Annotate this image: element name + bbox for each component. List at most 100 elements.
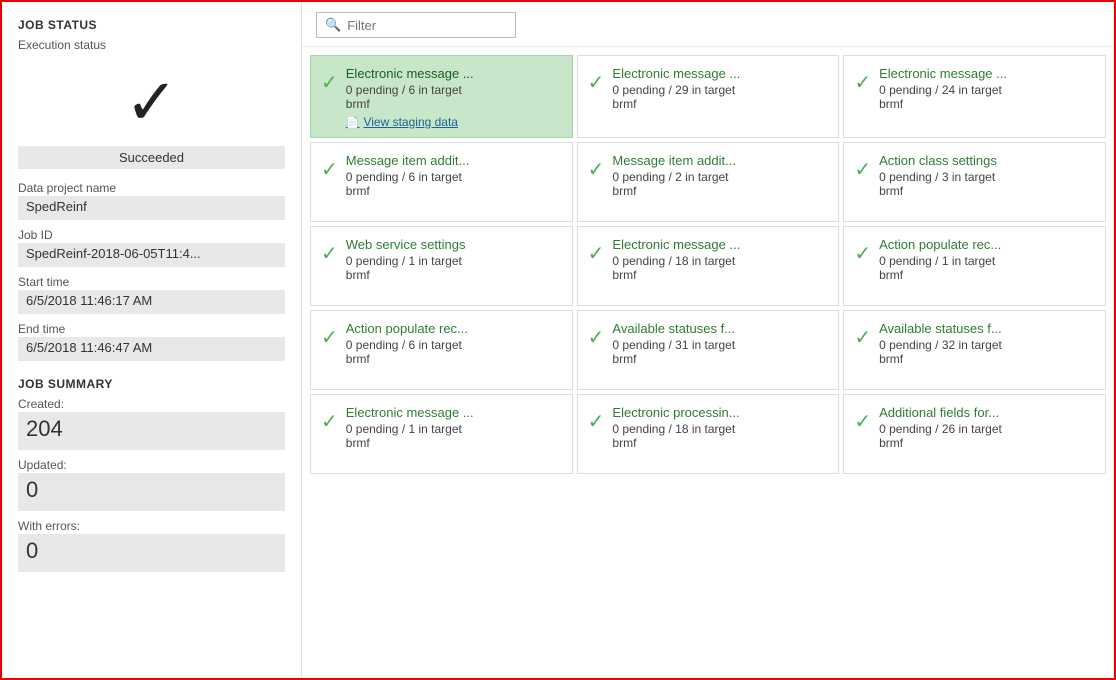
- card-title: Electronic message ...: [612, 237, 828, 252]
- created-label: Created:: [18, 397, 285, 411]
- card-item: ✓ Electronic message ... 0 pending / 18 …: [577, 226, 840, 306]
- card-body: Electronic message ... 0 pending / 29 in…: [612, 66, 828, 111]
- card-tag: brmf: [612, 436, 828, 450]
- card-check-icon: ✓: [854, 241, 871, 266]
- link-text: View staging data: [363, 115, 458, 129]
- job-id-label: Job ID: [18, 228, 285, 242]
- card-item: ✓ Message item addit... 0 pending / 6 in…: [310, 142, 573, 222]
- start-time-label: Start time: [18, 275, 285, 289]
- card-body: Electronic message ... 0 pending / 24 in…: [879, 66, 1095, 111]
- card-tag: brmf: [612, 97, 828, 111]
- card-body: Message item addit... 0 pending / 6 in t…: [346, 153, 562, 198]
- search-icon: 🔍: [325, 17, 341, 33]
- card-title: Electronic processin...: [612, 405, 828, 420]
- card-check-icon: ✓: [854, 70, 871, 95]
- card-pending: 0 pending / 24 in target: [879, 83, 1095, 97]
- card-tag: brmf: [346, 436, 562, 450]
- checkmark-area: ✓: [18, 62, 285, 142]
- card-title: Electronic message ...: [612, 66, 828, 81]
- card-item: ✓ Electronic message ... 0 pending / 29 …: [577, 55, 840, 138]
- success-checkmark-icon: ✓: [125, 70, 179, 134]
- card-item: ✓ Available statuses f... 0 pending / 31…: [577, 310, 840, 390]
- card-body: Action populate rec... 0 pending / 1 in …: [879, 237, 1095, 282]
- card-check-icon: ✓: [588, 325, 605, 350]
- card-title: Action populate rec...: [879, 237, 1095, 252]
- created-group: Created: 204: [18, 397, 285, 450]
- card-title: Action populate rec...: [346, 321, 562, 336]
- filter-input-wrap[interactable]: 🔍: [316, 12, 516, 38]
- card-item: ✓ Web service settings 0 pending / 1 in …: [310, 226, 573, 306]
- card-item: ✓ Available statuses f... 0 pending / 32…: [843, 310, 1106, 390]
- card-title: Electronic message ...: [346, 66, 562, 81]
- card-title: Available statuses f...: [879, 321, 1095, 336]
- card-check-icon: ✓: [321, 70, 338, 95]
- with-errors-label: With errors:: [18, 519, 285, 533]
- data-project-name-label: Data project name: [18, 181, 285, 195]
- card-check-icon: ✓: [854, 409, 871, 434]
- card-check-icon: ✓: [854, 325, 871, 350]
- card-title: Message item addit...: [612, 153, 828, 168]
- card-body: Action populate rec... 0 pending / 6 in …: [346, 321, 562, 366]
- card-body: Action class settings 0 pending / 3 in t…: [879, 153, 1095, 198]
- created-value: 204: [18, 412, 285, 450]
- card-body: Additional fields for... 0 pending / 26 …: [879, 405, 1095, 450]
- card-item: ✓ Additional fields for... 0 pending / 2…: [843, 394, 1106, 474]
- with-errors-group: With errors: 0: [18, 519, 285, 572]
- card-check-icon: ✓: [321, 325, 338, 350]
- updated-value: 0: [18, 473, 285, 511]
- card-check-icon: ✓: [588, 157, 605, 182]
- card-tag: brmf: [879, 436, 1095, 450]
- left-panel: JOB STATUS Execution status ✓ Succeeded …: [2, 2, 302, 678]
- card-item: ✓ Electronic message ... 0 pending / 24 …: [843, 55, 1106, 138]
- card-check-icon: ✓: [588, 241, 605, 266]
- card-item: ✓ Electronic message ... 0 pending / 6 i…: [310, 55, 573, 138]
- updated-group: Updated: 0: [18, 458, 285, 511]
- card-title: Action class settings: [879, 153, 1095, 168]
- job-status-title: JOB STATUS: [18, 18, 285, 32]
- card-title: Web service settings: [346, 237, 562, 252]
- card-tag: brmf: [346, 268, 562, 282]
- end-time-value: 6/5/2018 11:46:47 AM: [18, 337, 285, 361]
- card-title: Message item addit...: [346, 153, 562, 168]
- card-pending: 0 pending / 1 in target: [346, 422, 562, 436]
- card-check-icon: ✓: [321, 409, 338, 434]
- cards-grid: ✓ Electronic message ... 0 pending / 6 i…: [302, 47, 1114, 678]
- card-body: Available statuses f... 0 pending / 32 i…: [879, 321, 1095, 366]
- updated-label: Updated:: [18, 458, 285, 472]
- card-pending: 0 pending / 6 in target: [346, 170, 562, 184]
- card-check-icon: ✓: [321, 241, 338, 266]
- card-tag: brmf: [879, 352, 1095, 366]
- card-tag: brmf: [879, 268, 1095, 282]
- card-pending: 0 pending / 6 in target: [346, 338, 562, 352]
- card-pending: 0 pending / 6 in target: [346, 83, 562, 97]
- card-tag: brmf: [612, 184, 828, 198]
- card-tag: brmf: [612, 352, 828, 366]
- view-staging-data-link[interactable]: 📄View staging data: [346, 115, 562, 129]
- card-item: ✓ Action class settings 0 pending / 3 in…: [843, 142, 1106, 222]
- with-errors-value: 0: [18, 534, 285, 572]
- card-pending: 0 pending / 32 in target: [879, 338, 1095, 352]
- card-check-icon: ✓: [588, 409, 605, 434]
- card-pending: 0 pending / 18 in target: [612, 254, 828, 268]
- job-summary-title: JOB SUMMARY: [18, 377, 285, 391]
- card-check-icon: ✓: [321, 157, 338, 182]
- card-tag: brmf: [879, 97, 1095, 111]
- card-body: Message item addit... 0 pending / 2 in t…: [612, 153, 828, 198]
- app-container: JOB STATUS Execution status ✓ Succeeded …: [0, 0, 1116, 680]
- card-pending: 0 pending / 1 in target: [879, 254, 1095, 268]
- document-icon: 📄: [346, 116, 360, 129]
- card-body: Electronic processin... 0 pending / 18 i…: [612, 405, 828, 450]
- filter-input[interactable]: [347, 18, 497, 33]
- card-check-icon: ✓: [854, 157, 871, 182]
- start-time-group: Start time 6/5/2018 11:46:17 AM: [18, 275, 285, 314]
- card-body: Electronic message ... 0 pending / 6 in …: [346, 66, 562, 129]
- job-id-value: SpedReinf-2018-06-05T11:4...: [18, 243, 285, 267]
- card-tag: brmf: [346, 184, 562, 198]
- card-item: ✓ Action populate rec... 0 pending / 6 i…: [310, 310, 573, 390]
- card-tag: brmf: [879, 184, 1095, 198]
- card-item: ✓ Electronic message ... 0 pending / 1 i…: [310, 394, 573, 474]
- card-item: ✓ Electronic processin... 0 pending / 18…: [577, 394, 840, 474]
- data-project-name-value: SpedReinf: [18, 196, 285, 220]
- card-item: ✓ Action populate rec... 0 pending / 1 i…: [843, 226, 1106, 306]
- end-time-group: End time 6/5/2018 11:46:47 AM: [18, 322, 285, 361]
